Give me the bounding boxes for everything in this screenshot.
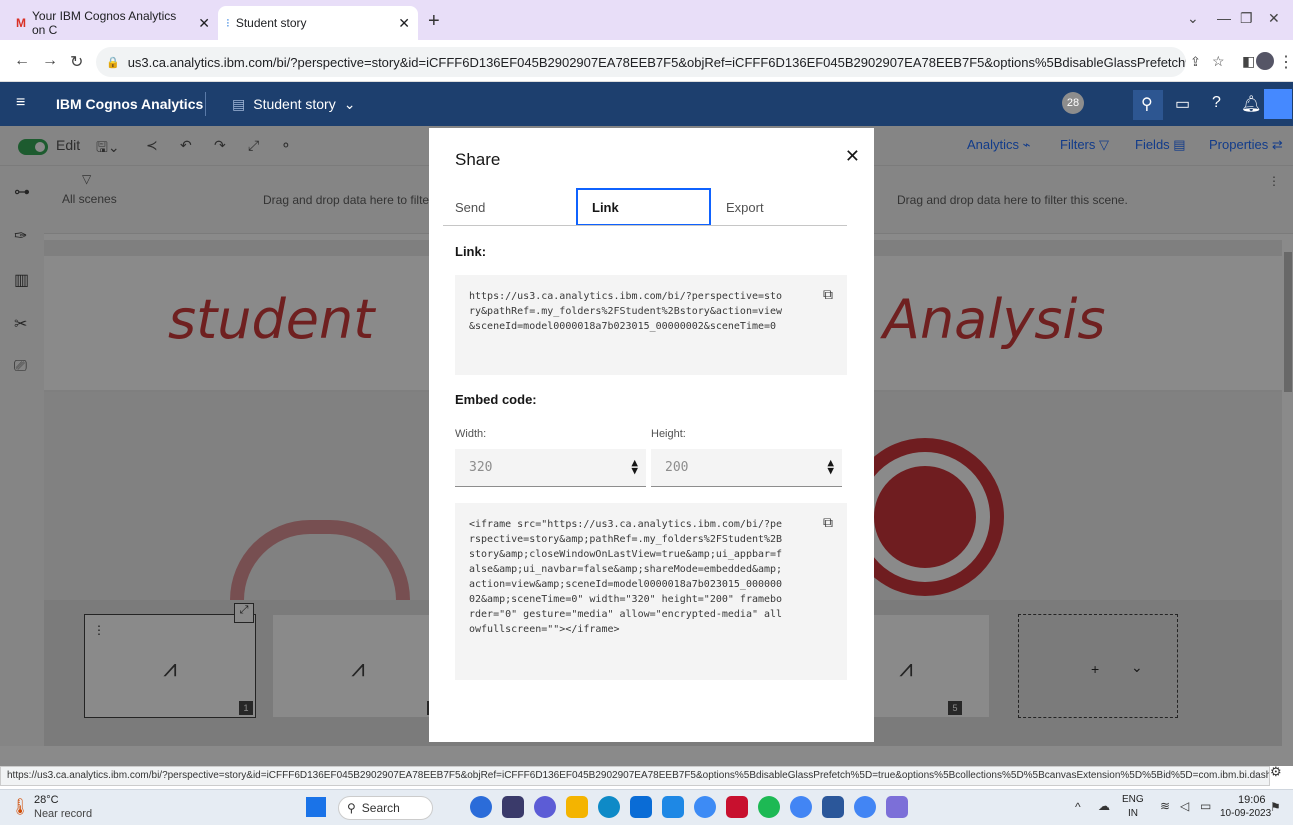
user-icon[interactable]	[1264, 89, 1292, 119]
close-icon[interactable]: ✕	[398, 15, 410, 32]
notification-icon[interactable]: 🔔︎	[1241, 94, 1261, 114]
windows-start-icon[interactable]	[306, 797, 326, 817]
region[interactable]: IN	[1128, 808, 1138, 819]
word-icon[interactable]	[822, 796, 844, 818]
menu-icon[interactable]: ⋮	[1278, 52, 1293, 72]
url-text: us3.ca.analytics.ibm.com/bi/?perspective…	[127, 54, 1186, 70]
weather-temp[interactable]: 28°C	[34, 794, 59, 806]
story-name: Student story	[253, 96, 336, 112]
notification-badge[interactable]: 28	[1062, 92, 1084, 114]
tab-label: Student story	[235, 16, 307, 30]
chrome-icon[interactable]	[694, 796, 716, 818]
minimize-button[interactable]: —	[1217, 10, 1231, 26]
tab-link[interactable]: Link	[576, 188, 711, 226]
story-selector[interactable]: ▤ Student story ⌄	[232, 96, 355, 113]
taskview-icon[interactable]	[502, 796, 524, 818]
copilot-icon[interactable]	[470, 796, 492, 818]
search-icon[interactable]: ⚲	[1141, 94, 1153, 114]
star-icon[interactable]: ☆	[1212, 53, 1225, 70]
meet-icon[interactable]	[534, 796, 556, 818]
embed-code-textbox[interactable]: <iframe src="https://us3.ca.analytics.ib…	[455, 503, 847, 680]
spotify-icon[interactable]	[758, 796, 780, 818]
address-bar[interactable]: 🔒 us3.ca.analytics.ibm.com/bi/?perspecti…	[96, 47, 1186, 77]
height-value: 200	[665, 460, 689, 475]
height-input[interactable]: 200 ▲ ▼	[651, 449, 842, 487]
divider	[205, 92, 206, 116]
tab-search-icon[interactable]: ⌄	[1187, 10, 1199, 27]
volume-icon[interactable]: ◁	[1180, 799, 1189, 813]
browser-tab-bar: M Your IBM Cognos Analytics on C ✕ ⁝ Stu…	[0, 0, 1293, 40]
chevron-up-icon[interactable]: ^	[1075, 800, 1081, 814]
chevron-down-icon: ⌄	[343, 95, 356, 112]
stepper-icon[interactable]: ▲ ▼	[631, 457, 638, 476]
chat-icon[interactable]: ▭	[1175, 94, 1190, 114]
sidepanel-icon[interactable]: ◧	[1242, 53, 1255, 70]
taskbar-search[interactable]: ⚲ Search	[338, 796, 433, 820]
copy-icon[interactable]: ⧉	[823, 514, 833, 531]
battery-icon[interactable]: ▭	[1200, 799, 1211, 813]
app-icon[interactable]	[886, 796, 908, 818]
tab-export[interactable]: Export	[726, 188, 846, 226]
edge-icon[interactable]	[598, 796, 620, 818]
status-url: https://us3.ca.analytics.ibm.com/bi/?per…	[0, 766, 1270, 786]
loading-icon: ⁝	[226, 16, 230, 30]
clock-time[interactable]: 19:06	[1238, 794, 1266, 806]
app-title: IBM Cognos Analytics	[56, 96, 204, 112]
chrome-icon[interactable]	[790, 796, 812, 818]
wifi-icon[interactable]: ≋	[1160, 799, 1170, 813]
tab-divider	[443, 225, 847, 226]
store-icon[interactable]	[630, 796, 652, 818]
app-icon[interactable]	[662, 796, 684, 818]
clock-date[interactable]: 10-09-2023	[1220, 808, 1271, 819]
embed-code-label: Embed code:	[455, 392, 537, 407]
stepper-icon[interactable]: ▲ ▼	[827, 457, 834, 476]
dialog-title: Share	[455, 150, 501, 169]
notification-icon[interactable]: ⚑	[1270, 800, 1281, 814]
cloud-icon[interactable]: ☁	[1098, 799, 1110, 813]
mcafee-icon[interactable]	[726, 796, 748, 818]
window-close-button[interactable]: ✕	[1268, 10, 1280, 27]
forward-icon[interactable]: →	[42, 52, 58, 70]
width-value: 320	[469, 460, 493, 475]
profile-avatar[interactable]	[1256, 52, 1274, 70]
thermometer-icon: 🌡︎	[10, 799, 31, 816]
settings-icon[interactable]: ⚙	[1270, 764, 1282, 780]
width-label: Width:	[455, 428, 487, 440]
height-label: Height:	[651, 428, 686, 440]
browser-tab-story[interactable]: ⁝ Student story ✕	[218, 6, 418, 40]
browser-tab-gmail[interactable]: M Your IBM Cognos Analytics on C ✕	[8, 6, 218, 40]
folder-icon[interactable]	[566, 796, 588, 818]
width-input[interactable]: 320 ▲ ▼	[455, 449, 646, 487]
lock-icon: 🔒	[106, 56, 120, 69]
search-label: Search	[361, 801, 400, 815]
app-bar: ≡ IBM Cognos Analytics ▤ Student story ⌄…	[0, 82, 1293, 126]
gmail-icon: M	[16, 16, 26, 30]
link-label: Link:	[455, 244, 487, 259]
tab-send[interactable]: Send	[455, 188, 575, 226]
restore-button[interactable]: ❐	[1240, 10, 1253, 27]
share-icon[interactable]: ⇪	[1190, 54, 1201, 70]
story-icon: ▤	[232, 95, 246, 112]
reload-icon[interactable]: ↻	[70, 52, 83, 72]
hamburger-icon[interactable]: ≡	[16, 94, 25, 112]
share-dialog: Share ✕ Send Link Export Link: https://u…	[429, 128, 874, 742]
link-textbox[interactable]: https://us3.ca.analytics.ibm.com/bi/?per…	[455, 275, 847, 375]
new-tab-button[interactable]: +	[428, 10, 440, 33]
close-icon[interactable]: ✕	[198, 15, 210, 32]
back-icon[interactable]: ←	[14, 52, 30, 70]
weather-desc[interactable]: Near record	[34, 808, 92, 820]
language[interactable]: ENG	[1122, 794, 1144, 805]
copy-icon[interactable]: ⧉	[823, 286, 833, 303]
help-icon[interactable]: ?	[1212, 94, 1221, 112]
search-icon: ⚲	[347, 801, 356, 815]
chrome-icon[interactable]	[854, 796, 876, 818]
close-icon[interactable]: ✕	[845, 146, 860, 167]
tab-label: Your IBM Cognos Analytics on C	[32, 9, 177, 37]
